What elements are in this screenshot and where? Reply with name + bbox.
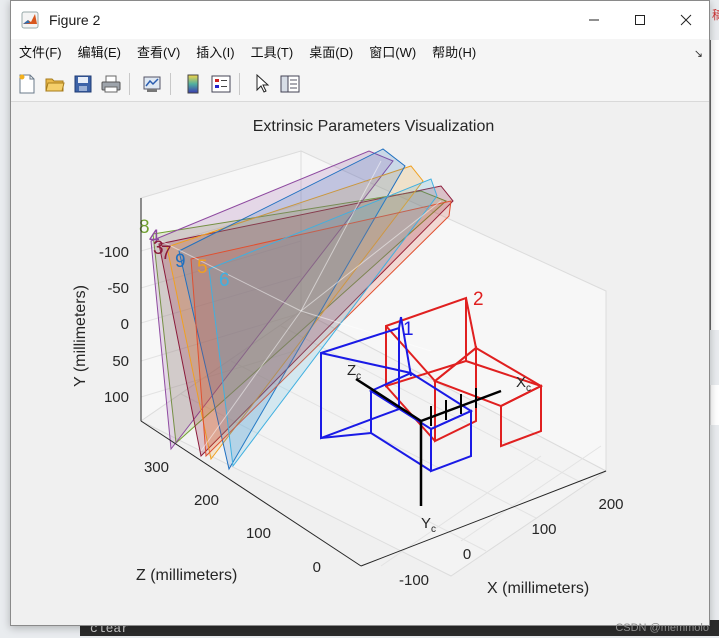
insert-legend-icon (211, 75, 231, 93)
new-figure-icon (19, 74, 35, 94)
insert-colorbar-icon (187, 74, 199, 94)
menu-edit[interactable]: 编辑(E) (70, 39, 129, 67)
board-label-5: 5 (197, 257, 208, 278)
menu-view[interactable]: 查看(V) (129, 39, 188, 67)
insert-colorbar-button[interactable] (181, 72, 205, 96)
maximize-button[interactable] (617, 1, 663, 39)
background-window-strip (710, 385, 719, 425)
minimize-icon (589, 19, 599, 21)
watermark: CSDN @memmolo (615, 622, 709, 634)
x-tick-label: -100 (399, 572, 429, 589)
y-tick-label: 0 (121, 316, 129, 333)
camera-label-1: 1 (403, 319, 414, 340)
menu-insert[interactable]: 插入(I) (188, 39, 242, 67)
save-icon (74, 75, 92, 93)
menu-window[interactable]: 窗口(W) (361, 39, 424, 67)
x-tick-label: 200 (598, 496, 623, 513)
y-axis-label: Y (millimeters) (72, 285, 89, 387)
matlab-logo-icon (21, 11, 39, 29)
y-tick-label: 50 (112, 353, 129, 370)
plot-axes[interactable]: 8 4 3 7 9 5 6 2 1 Xc Yc Zc -100 -50 0 50… (11, 102, 709, 625)
close-button[interactable] (663, 1, 709, 39)
x-axis-label: X (millimeters) (487, 580, 589, 597)
property-inspector-button[interactable] (278, 72, 302, 96)
background-window-fragment: 稿 (712, 8, 719, 22)
background-window-edge (710, 40, 719, 330)
board-label-6: 6 (219, 270, 230, 291)
y-tick-label: 100 (104, 389, 129, 406)
close-icon (680, 14, 692, 26)
toolbar (11, 67, 709, 102)
toolbar-separator (129, 73, 130, 95)
dock-arrow-icon[interactable]: ↘ (694, 47, 703, 60)
open-file-icon (45, 78, 65, 92)
new-figure-button[interactable] (15, 72, 39, 96)
menu-desktop[interactable]: 桌面(D) (301, 39, 361, 67)
maximize-icon (635, 15, 645, 25)
board-label-9: 9 (175, 251, 186, 272)
menu-bar: 文件(F) 编辑(E) 查看(V) 插入(I) 工具(T) 桌面(D) 窗口(W… (11, 39, 709, 67)
y-tick-label: -50 (107, 280, 129, 297)
property-inspector-icon (280, 75, 300, 93)
window-title: Figure 2 (49, 12, 101, 28)
open-file-button[interactable] (43, 72, 67, 96)
minimize-button[interactable] (571, 1, 617, 39)
x-tick-label: 0 (463, 546, 471, 563)
x-tick-label: 100 (531, 521, 556, 538)
title-bar[interactable]: Figure 2 (11, 1, 709, 39)
link-plot-icon (143, 76, 161, 92)
print-button[interactable] (99, 72, 123, 96)
insert-legend-button[interactable] (209, 72, 233, 96)
figure-canvas[interactable]: Extrinsic Parameters Visualization 8 4 3… (11, 102, 709, 625)
toolbar-separator (239, 73, 240, 95)
save-button[interactable] (71, 72, 95, 96)
z-tick-label: 0 (313, 559, 321, 576)
toolbar-separator (170, 73, 171, 95)
menu-help[interactable]: 帮助(H) (424, 39, 484, 67)
menu-tools[interactable]: 工具(T) (243, 39, 302, 67)
z-tick-label: 100 (246, 525, 271, 542)
z-tick-label: 200 (194, 492, 219, 509)
menu-file[interactable]: 文件(F) (11, 39, 70, 67)
edit-plot-icon (256, 74, 270, 93)
edit-plot-button[interactable] (250, 72, 274, 96)
z-axis-label: Z (millimeters) (136, 567, 237, 584)
y-tick-label: -100 (99, 244, 129, 261)
z-tick-label: 300 (144, 459, 169, 476)
figure-window: Figure 2 文件(F) 编辑(E) 查看(V) 插入(I) 工具(T) 桌… (10, 0, 710, 626)
print-icon (101, 75, 121, 93)
board-label-7: 7 (161, 243, 172, 264)
link-plot-button[interactable] (140, 72, 164, 96)
camera-label-2: 2 (473, 289, 484, 310)
